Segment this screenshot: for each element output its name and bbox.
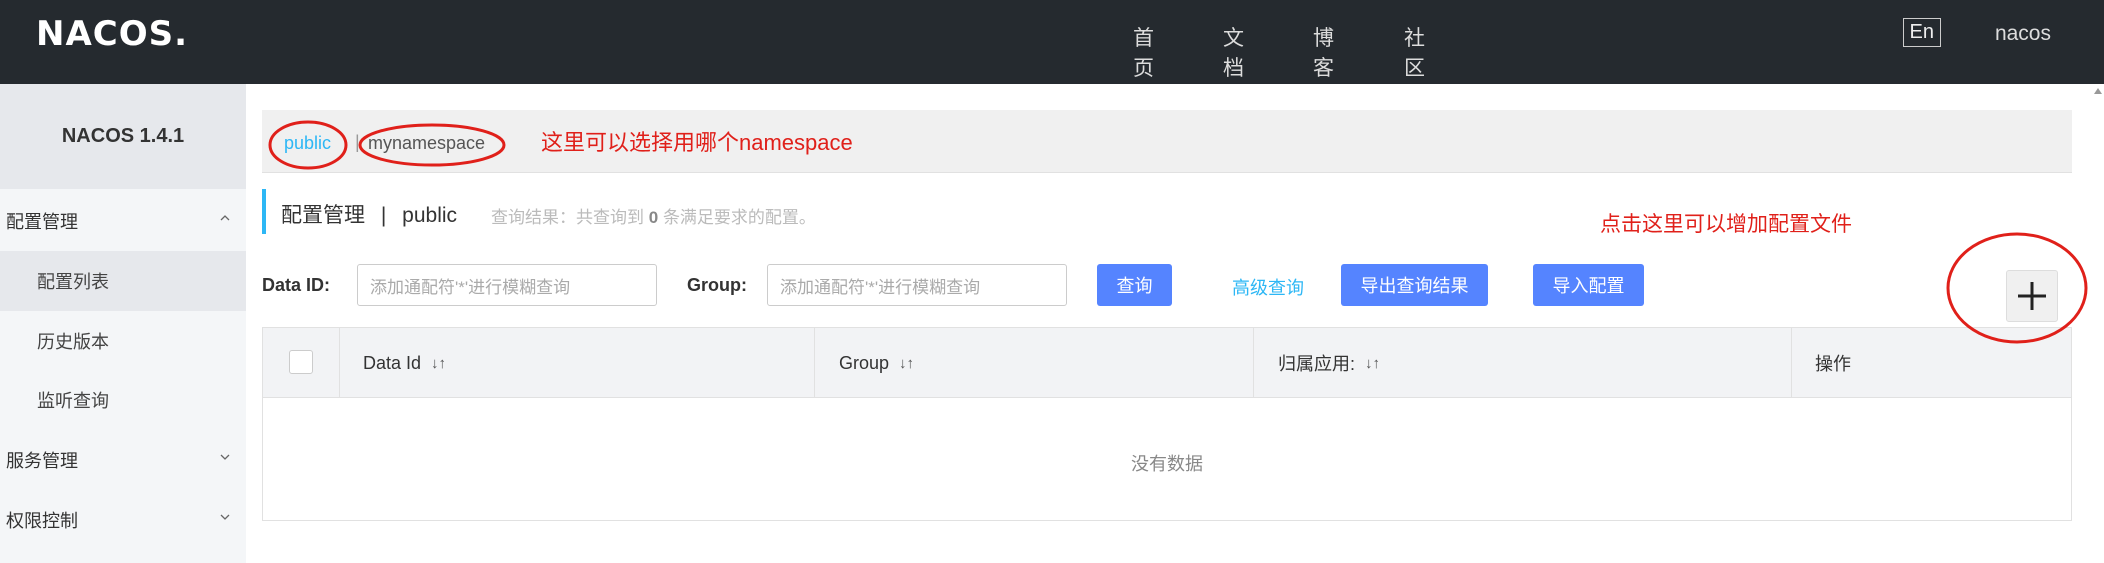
sort-icon[interactable]: ↓↑	[1365, 355, 1380, 372]
result-count: 0	[648, 208, 659, 227]
data-id-label: Data ID:	[262, 275, 331, 295]
plus-icon	[2018, 282, 2046, 310]
namespace-separator: |	[355, 132, 360, 152]
logo-text: NACOS.	[36, 14, 189, 54]
sidebar-group-config[interactable]: 配置管理	[0, 191, 246, 251]
add-annotation: 点击这里可以增加配置文件	[1600, 213, 1852, 236]
result-prefix: 查询结果：共查询到	[491, 208, 644, 227]
sidebar-item-listener[interactable]: 监听查询	[0, 370, 246, 430]
namespace-public[interactable]: public	[284, 133, 331, 154]
import-button[interactable]: 导入配置	[1533, 264, 1644, 306]
nav-community[interactable]: 社区	[1404, 22, 1425, 82]
sidebar-item-label: 监听查询	[37, 391, 109, 411]
sidebar: NACOS 1.4.1 配置管理 配置列表 历史版本 监听查询 服务管理 权限控…	[0, 84, 246, 563]
scrollbar[interactable]	[2092, 84, 2104, 563]
sidebar-item-config-list[interactable]: 配置列表	[0, 251, 246, 311]
version-label: NACOS 1.4.1	[0, 84, 246, 189]
title-namespace: public	[402, 204, 458, 227]
sidebar-group-label: 权限控制	[6, 511, 78, 531]
language-switch[interactable]: En	[1902, 18, 1941, 47]
nav-docs[interactable]: 文档	[1223, 22, 1244, 82]
add-config-button[interactable]	[2006, 270, 2058, 322]
column-divider	[339, 328, 340, 398]
scroll-up-icon	[2094, 88, 2102, 94]
column-divider	[1791, 328, 1792, 398]
sort-icon[interactable]: ↓↑	[431, 355, 446, 372]
namespace-mynamespace[interactable]: mynamespace	[368, 133, 485, 154]
sidebar-item-label: 配置列表	[37, 272, 109, 292]
chevron-up-icon	[220, 215, 230, 221]
sort-icon[interactable]: ↓↑	[899, 355, 914, 372]
namespace-annotation: 这里可以选择用哪个namespace	[541, 130, 853, 155]
table-header: Data Id ↓↑ Group ↓↑ 归属应用: ↓↑ 操作	[263, 328, 2071, 398]
title-accent	[262, 189, 266, 234]
sidebar-group-auth[interactable]: 权限控制	[0, 490, 246, 550]
advanced-query-link[interactable]: 高级查询	[1232, 274, 1304, 300]
user-menu[interactable]: nacos	[1995, 22, 2051, 46]
column-label: 操作	[1815, 354, 1851, 374]
data-id-placeholder: 添加通配符'*'进行模糊查询	[370, 277, 571, 297]
query-button[interactable]: 查询	[1097, 264, 1172, 306]
chevron-down-icon	[220, 514, 230, 520]
title-prefix: 配置管理	[281, 204, 365, 227]
column-data-id[interactable]: Data Id ↓↑	[363, 328, 446, 398]
sidebar-group-service[interactable]: 服务管理	[0, 430, 246, 490]
top-navbar: NACOS. 首页 文档 博客 社区 En nacos	[0, 0, 2104, 84]
page-title: 配置管理 | public	[281, 199, 457, 229]
group-input[interactable]: 添加通配符'*'进行模糊查询	[767, 264, 1067, 306]
empty-state: 没有数据	[1131, 454, 1203, 474]
chevron-down-icon	[220, 454, 230, 460]
nacos-logo[interactable]: NACOS.	[36, 14, 188, 54]
column-label: Data Id	[363, 352, 422, 373]
result-suffix: 条满足要求的配置。	[662, 208, 816, 227]
sidebar-item-history[interactable]: 历史版本	[0, 311, 246, 371]
group-placeholder: 添加通配符'*'进行模糊查询	[780, 277, 981, 297]
column-divider	[814, 328, 815, 398]
data-id-input[interactable]: 添加通配符'*'进行模糊查询	[357, 264, 657, 306]
nav-blog[interactable]: 博客	[1313, 22, 1334, 82]
sidebar-item-label: 历史版本	[37, 332, 109, 352]
sidebar-group-label: 服务管理	[6, 451, 78, 471]
group-label: Group:	[687, 275, 747, 295]
column-divider	[1253, 328, 1254, 398]
select-all-checkbox[interactable]	[289, 350, 313, 374]
column-label: 归属应用:	[1278, 354, 1356, 374]
query-result-summary: 查询结果：共查询到 0 条满足要求的配置。	[491, 203, 816, 228]
export-button[interactable]: 导出查询结果	[1341, 264, 1488, 306]
config-table: Data Id ↓↑ Group ↓↑ 归属应用: ↓↑ 操作 没有数据	[262, 327, 2072, 521]
sidebar-group-label: 配置管理	[6, 212, 78, 232]
nav-home[interactable]: 首页	[1133, 22, 1154, 82]
title-separator: |	[380, 204, 387, 227]
column-label: Group	[839, 352, 890, 373]
column-app[interactable]: 归属应用: ↓↑	[1278, 328, 1380, 398]
column-actions: 操作	[1815, 328, 1851, 398]
column-group[interactable]: Group ↓↑	[839, 328, 914, 398]
namespace-bar	[262, 110, 2072, 173]
